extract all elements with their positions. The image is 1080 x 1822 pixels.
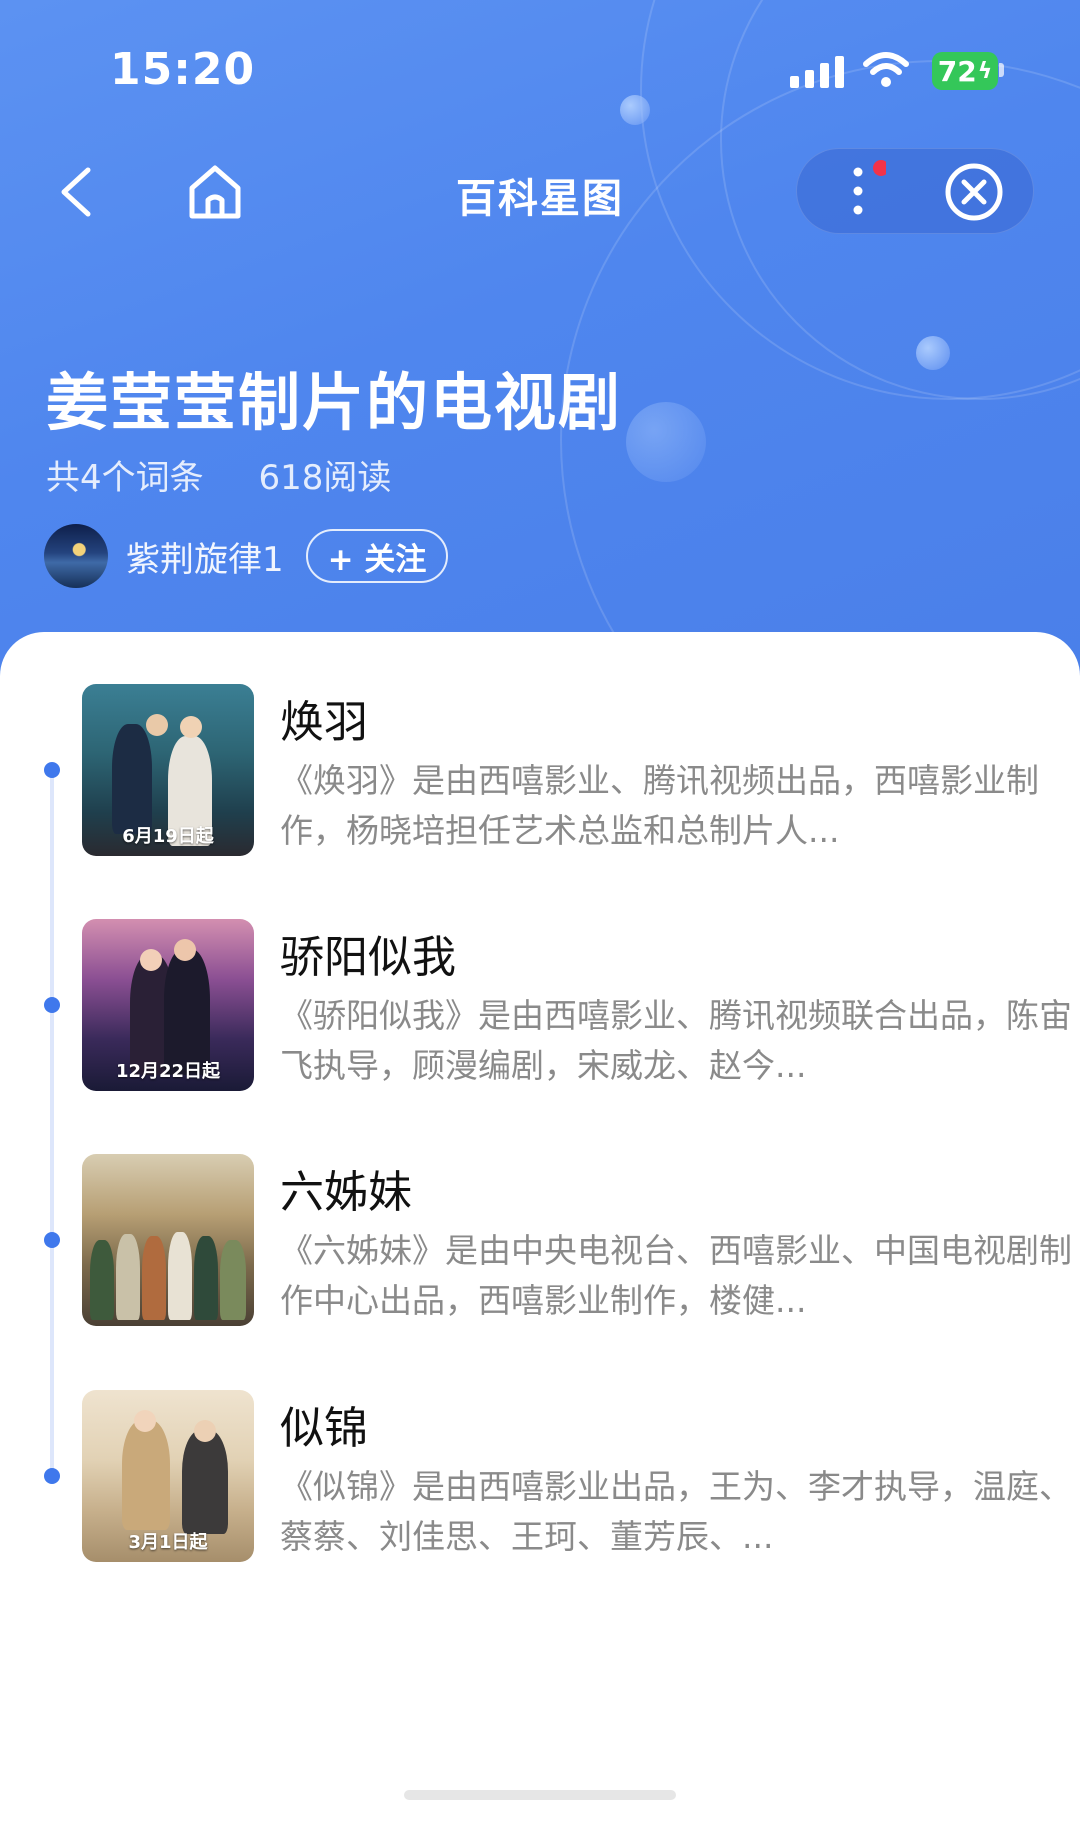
item-title: 六姊妹: [280, 1167, 412, 1218]
poster-image: [82, 1154, 254, 1326]
poster-image: 6月19日起: [82, 684, 254, 856]
author-name[interactable]: 紫荆旋律1: [126, 532, 284, 581]
item-description: 《骄阳似我》是由西嘻影业、腾讯视频联合出品，陈宙飞执导，顾漫编剧，宋威龙、赵今.…: [280, 996, 1072, 1085]
more-options-icon[interactable]: [830, 158, 886, 224]
item-description: 《似锦》是由西嘻影业出品，王为、李才执导，温庭、蔡蔡、刘佳思、王珂、董芳辰、..…: [280, 1467, 1072, 1556]
timeline-dot: [44, 1468, 60, 1484]
list-item[interactable]: 6月19日起 焕羽 《焕羽》是由西嘻影业、腾讯视频出品，西嘻影业制作，杨晓培担任…: [82, 684, 1042, 856]
header-background: [0, 0, 1080, 700]
item-description: 《焕羽》是由西嘻影业、腾讯视频出品，西嘻影业制作，杨晓培担任艺术总监和总制片人.…: [280, 761, 1039, 850]
read-count: 618阅读: [258, 458, 392, 498]
avatar[interactable]: [44, 524, 108, 588]
close-icon[interactable]: [942, 160, 1006, 224]
battery-level: 72: [937, 54, 977, 88]
home-indicator: [404, 1790, 676, 1800]
cellular-signal-icon: [790, 56, 844, 88]
entry-count: 共4个词条: [46, 458, 204, 498]
item-title: 骄阳似我: [280, 932, 456, 983]
timeline-dot: [44, 762, 60, 778]
poster-image: 12月22日起: [82, 919, 254, 1091]
poster-image: 3月1日起: [82, 1390, 254, 1562]
page-title: 姜莹莹制片的电视剧: [46, 366, 623, 439]
timeline-line: [50, 768, 54, 1476]
list-item[interactable]: 3月1日起 似锦 《似锦》是由西嘻影业出品，王为、李才执导，温庭、蔡蔡、刘佳思、…: [82, 1390, 1072, 1562]
charging-icon: ϟ: [977, 58, 993, 84]
poster-tag: 3月1日起: [128, 1532, 208, 1553]
status-time: 15:20: [110, 44, 256, 95]
item-title: 似锦: [280, 1403, 368, 1454]
wifi-icon: [863, 52, 909, 87]
battery-tip: [999, 63, 1004, 77]
item-description: 《六姊妹》是由中央电视台、西嘻影业、中国电视剧制作中心出品，西嘻影业制作，楼健.…: [280, 1231, 1072, 1320]
poster-tag: 6月19日起: [122, 826, 214, 847]
page-meta: 共4个词条 618阅读: [46, 450, 435, 499]
list-item[interactable]: 六姊妹 《六姊妹》是由中央电视台、西嘻影业、中国电视剧制作中心出品，西嘻影业制作…: [82, 1154, 1072, 1326]
battery-indicator: 72 ϟ: [932, 52, 998, 90]
item-title: 焕羽: [280, 697, 368, 748]
timeline-dot: [44, 997, 60, 1013]
timeline-dot: [44, 1232, 60, 1248]
follow-button[interactable]: + 关注: [305, 529, 449, 583]
list-item[interactable]: 12月22日起 骄阳似我 《骄阳似我》是由西嘻影业、腾讯视频联合出品，陈宙飞执导…: [82, 919, 1072, 1091]
poster-tag: 12月22日起: [115, 1061, 221, 1082]
author-row: 紫荆旋律1 + 关注: [44, 524, 449, 588]
